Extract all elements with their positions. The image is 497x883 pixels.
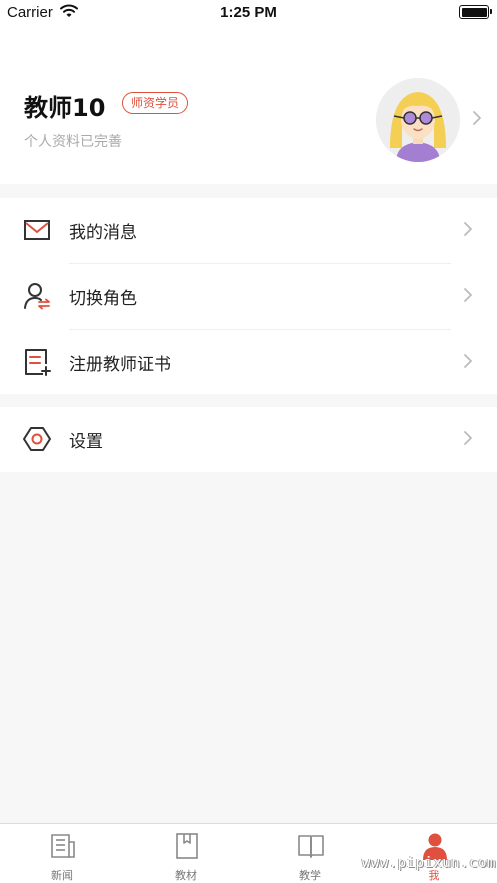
tab-me[interactable]: 我 xyxy=(372,824,496,883)
profile-status: 个人资料已完善 xyxy=(24,134,122,150)
menu-item-switch-role[interactable]: 切换角色 xyxy=(0,264,497,329)
role-badge: 师资学员 xyxy=(122,92,189,114)
certificate-icon xyxy=(25,349,51,376)
menu-item-label: 设置 xyxy=(69,432,103,452)
profile-name: 教师10 xyxy=(24,94,106,122)
textbook-icon xyxy=(176,833,198,859)
chevron-right-icon xyxy=(464,431,472,445)
menu-item-label: 注册教师证书 xyxy=(69,355,171,375)
tab-bar: 新闻 教材 教学 我 xyxy=(0,823,497,883)
tab-textbook[interactable]: 教材 xyxy=(124,824,248,883)
tab-label: 教材 xyxy=(175,869,197,882)
status-bar: Carrier 1:25 PM xyxy=(0,0,497,26)
tab-news[interactable]: 新闻 xyxy=(0,824,124,883)
status-time: 1:25 PM xyxy=(220,4,277,21)
avatar[interactable] xyxy=(376,78,460,162)
chevron-right-icon xyxy=(464,222,472,236)
avatar-girl-glasses-icon xyxy=(376,78,460,162)
chevron-right-icon xyxy=(464,354,472,368)
menu-item-settings[interactable]: 设置 xyxy=(0,407,497,472)
chevron-right-icon xyxy=(464,288,472,302)
news-icon xyxy=(51,834,75,858)
menu-item-register-certificate[interactable]: 注册教师证书 xyxy=(0,330,497,395)
watermark: www.pipixun.com xyxy=(362,855,496,871)
chevron-right-icon xyxy=(473,111,481,125)
teaching-book-icon xyxy=(298,835,324,858)
tab-teaching[interactable]: 教学 xyxy=(248,824,372,883)
mail-icon xyxy=(24,220,50,240)
profile-header[interactable]: 教师10 师资学员 个人资料已完善 xyxy=(0,26,497,184)
settings-group: 设置 xyxy=(0,407,497,472)
battery-icon xyxy=(459,5,492,19)
menu-group: 我的消息 切换角色 注册教师证书 xyxy=(0,198,497,394)
tab-label: 新闻 xyxy=(51,869,73,882)
settings-hexagon-icon xyxy=(23,427,51,451)
menu-item-label: 切换角色 xyxy=(69,289,137,309)
menu-item-messages[interactable]: 我的消息 xyxy=(0,198,497,263)
switch-role-icon xyxy=(24,283,50,310)
tab-label: 教学 xyxy=(299,869,321,882)
menu-item-label: 我的消息 xyxy=(69,223,137,243)
